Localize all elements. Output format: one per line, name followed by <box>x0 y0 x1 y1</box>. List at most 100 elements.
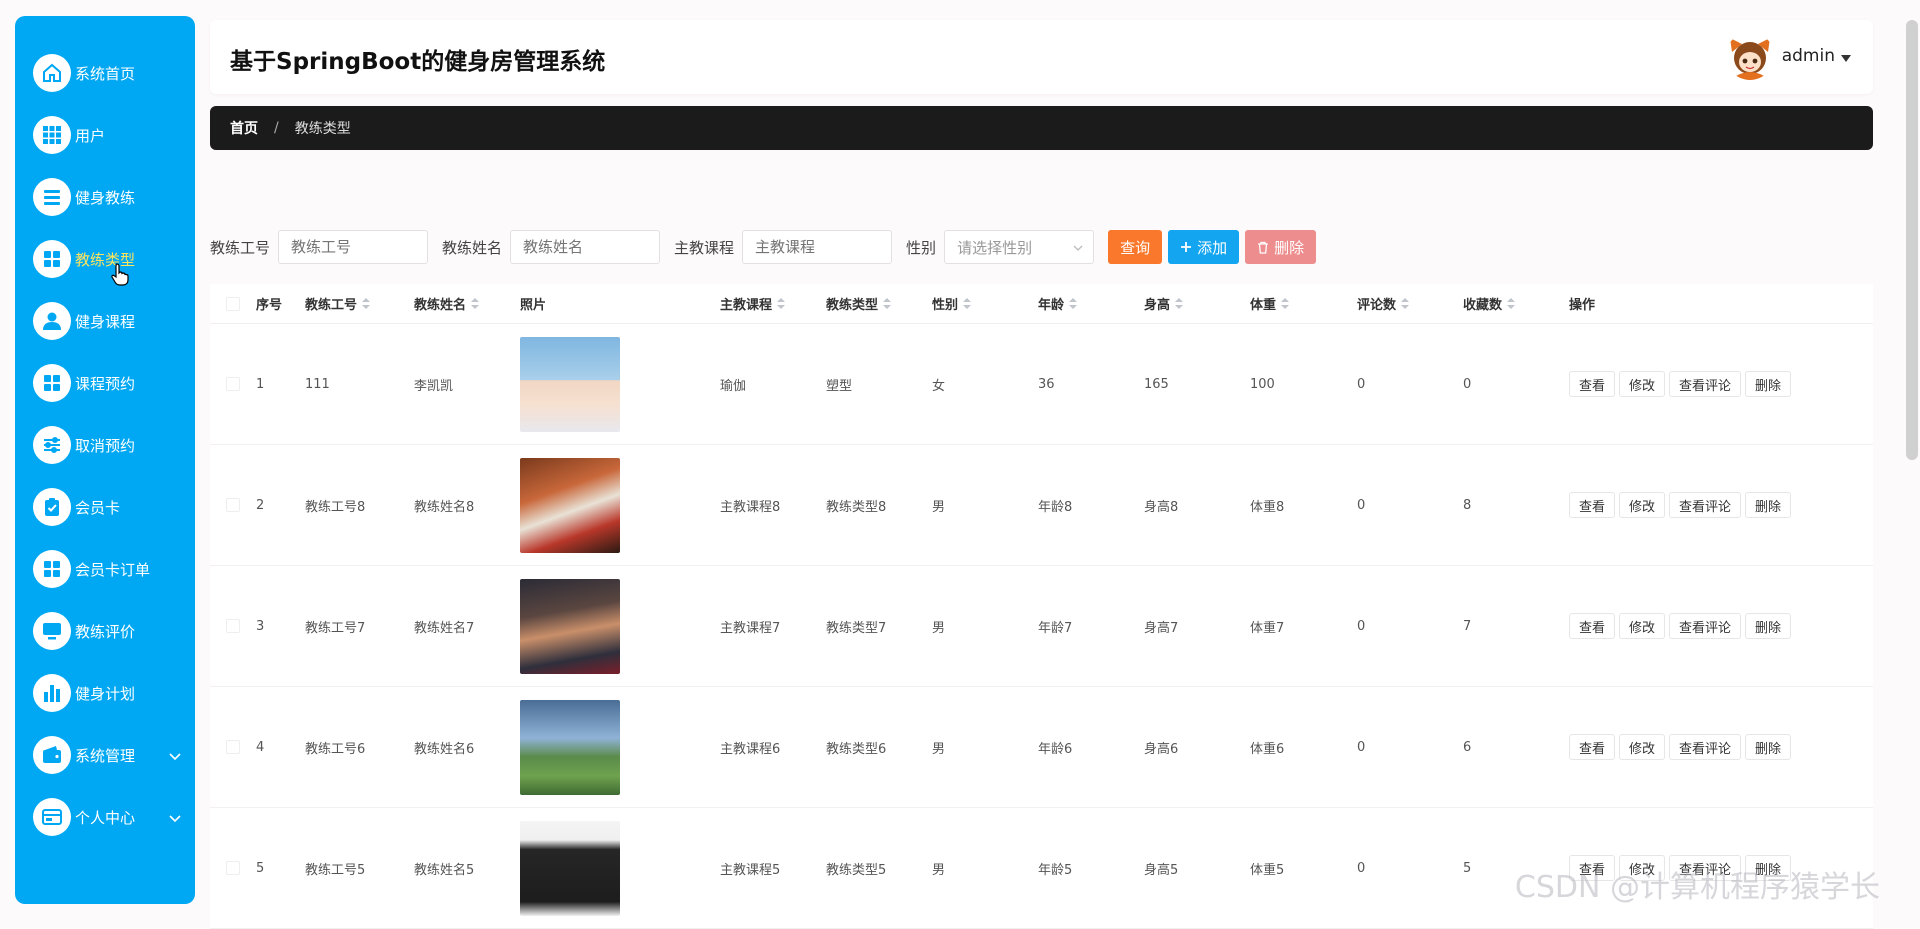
row-delete-button[interactable]: 删除 <box>1745 371 1792 397</box>
sidebar-item-cancel-booking[interactable]: 取消预约 <box>15 414 195 476</box>
view-button[interactable]: 查看 <box>1569 734 1616 760</box>
col-favorites[interactable]: 收藏数 <box>1463 294 1569 313</box>
cell-type: 教练类型7 <box>826 620 887 636</box>
sidebar-item-label: 健身课程 <box>75 312 136 331</box>
cell-height: 身高7 <box>1144 620 1179 636</box>
sidebar-item-fitness-plan[interactable]: 健身计划 <box>15 662 195 724</box>
col-course-label: 主教课程 <box>720 298 773 313</box>
view-button[interactable]: 查看 <box>1569 492 1616 518</box>
sidebar-item-membership-card[interactable]: 会员卡 <box>15 476 195 538</box>
row-checkbox[interactable] <box>226 861 240 875</box>
col-favorites-label: 收藏数 <box>1463 298 1503 313</box>
coach-photo[interactable] <box>520 820 620 916</box>
bar-chart-icon <box>33 674 71 712</box>
sidebar-item-course-booking[interactable]: 课程预约 <box>15 352 195 414</box>
col-coach-no[interactable]: 教练工号 <box>305 294 414 313</box>
col-comments[interactable]: 评论数 <box>1357 294 1463 313</box>
col-type[interactable]: 教练类型 <box>826 294 932 313</box>
col-age[interactable]: 年龄 <box>1038 294 1144 313</box>
view-comments-button[interactable]: 查看评论 <box>1669 492 1742 518</box>
sidebar-item-coaches[interactable]: 健身教练 <box>15 166 195 228</box>
cell-course: 主教课程8 <box>720 499 781 515</box>
row-delete-button[interactable]: 删除 <box>1745 492 1792 518</box>
query-button[interactable]: 查询 <box>1108 230 1163 264</box>
coach-no-input[interactable] <box>278 230 429 264</box>
watermark: CSDN @计算机程序猿学长 <box>1514 870 1880 905</box>
cell-course: 主教课程5 <box>720 862 781 878</box>
sidebar-item-courses[interactable]: 健身课程 <box>15 290 195 352</box>
view-button[interactable]: 查看 <box>1569 613 1616 639</box>
user-menu[interactable]: admin <box>1725 32 1851 80</box>
view-button[interactable]: 查看 <box>1569 371 1616 397</box>
row-select-cell <box>210 619 256 633</box>
sidebar-item-label: 个人中心 <box>75 808 136 827</box>
coach-photo[interactable] <box>520 578 620 674</box>
cell-comments: 0 <box>1357 860 1366 876</box>
select-all-checkbox[interactable] <box>226 296 240 311</box>
row-checkbox[interactable] <box>226 498 240 512</box>
course-input[interactable] <box>742 230 893 264</box>
row-checkbox[interactable] <box>226 377 240 391</box>
sidebar-item-label: 系统首页 <box>75 64 136 83</box>
table-header: 序号 教练工号 教练姓名 照片 主教课程 教练类型 性别 年龄 身高 体重 评论… <box>210 284 1873 324</box>
view-comments-button[interactable]: 查看评论 <box>1669 371 1742 397</box>
edit-button[interactable]: 修改 <box>1619 492 1666 518</box>
table-row: 4 教练工号6 教练姓名6 主教课程6 教练类型6 男 年龄6 身高6 体重6 … <box>210 687 1873 808</box>
table-row: 1 111 李凯凯 瑜伽 塑型 女 36 165 100 0 0 查看 修改 查… <box>210 324 1873 445</box>
col-coach-name[interactable]: 教练姓名 <box>414 294 520 313</box>
row-delete-button[interactable]: 删除 <box>1745 613 1792 639</box>
select-all-cell <box>210 296 256 311</box>
clipboard-icon <box>33 488 71 526</box>
coach-photo[interactable] <box>520 457 620 553</box>
coach-photo[interactable] <box>520 336 620 432</box>
sidebar-item-users[interactable]: 用户 <box>15 104 195 166</box>
vertical-scrollbar[interactable] <box>1906 20 1918 460</box>
sidebar-item-card-orders[interactable]: 会员卡订单 <box>15 538 195 600</box>
cell-coach-name: 教练姓名7 <box>414 620 475 636</box>
cell-weight: 体重7 <box>1250 620 1285 636</box>
edit-button[interactable]: 修改 <box>1619 734 1666 760</box>
sort-icon <box>883 298 892 309</box>
col-gender[interactable]: 性别 <box>932 294 1038 313</box>
cell-gender: 男 <box>932 499 946 515</box>
edit-button[interactable]: 修改 <box>1619 613 1666 639</box>
breadcrumb-current: 教练类型 <box>294 121 351 137</box>
row-delete-button[interactable]: 删除 <box>1745 734 1792 760</box>
add-button[interactable]: 添加 <box>1168 230 1240 264</box>
cell-index: 5 <box>256 860 265 876</box>
delete-button[interactable]: 删除 <box>1245 230 1317 264</box>
sidebar-item-coach-reviews[interactable]: 教练评价 <box>15 600 195 662</box>
coach-name-input[interactable] <box>510 230 661 264</box>
edit-button[interactable]: 修改 <box>1619 371 1666 397</box>
sidebar-item-coach-types[interactable]: 教练类型 <box>15 228 195 290</box>
cell-photo <box>520 820 720 916</box>
row-checkbox[interactable] <box>226 619 240 633</box>
cell-coach-no: 教练工号7 <box>305 620 366 636</box>
col-course[interactable]: 主教课程 <box>720 294 826 313</box>
cell-favorites: 8 <box>1463 497 1472 513</box>
user-name: admin <box>1781 46 1835 66</box>
cell-course: 瑜伽 <box>720 378 747 394</box>
sort-icon <box>1507 298 1516 309</box>
breadcrumb-home[interactable]: 首页 <box>230 118 258 138</box>
cell-actions: 查看 修改 查看评论 删除 <box>1569 613 1809 639</box>
table-body: 1 111 李凯凯 瑜伽 塑型 女 36 165 100 0 0 查看 修改 查… <box>210 324 1873 929</box>
cell-coach-no: 111 <box>305 376 330 392</box>
row-checkbox[interactable] <box>226 740 240 754</box>
view-comments-button[interactable]: 查看评论 <box>1669 613 1742 639</box>
chevron-down-icon <box>1073 238 1083 256</box>
col-height[interactable]: 身高 <box>1144 294 1250 313</box>
table-row: 2 教练工号8 教练姓名8 主教课程8 教练类型8 男 年龄8 身高8 体重8 … <box>210 445 1873 566</box>
gender-select[interactable]: 请选择性别 <box>944 230 1095 264</box>
sidebar-item-personal-center[interactable]: 个人中心 <box>15 786 195 848</box>
top-header: 基于SpringBoot的健身房管理系统 admin <box>210 20 1873 94</box>
coach-photo[interactable] <box>520 699 620 795</box>
course-label: 主教课程 <box>674 238 735 257</box>
sidebar-item-home[interactable]: 系统首页 <box>15 42 195 104</box>
cell-height: 身高8 <box>1144 499 1179 515</box>
cell-age: 年龄7 <box>1038 620 1073 636</box>
view-comments-button[interactable]: 查看评论 <box>1669 734 1742 760</box>
cell-actions: 查看 修改 查看评论 删除 <box>1569 734 1809 760</box>
sidebar-item-system-management[interactable]: 系统管理 <box>15 724 195 786</box>
col-weight[interactable]: 体重 <box>1250 294 1357 313</box>
